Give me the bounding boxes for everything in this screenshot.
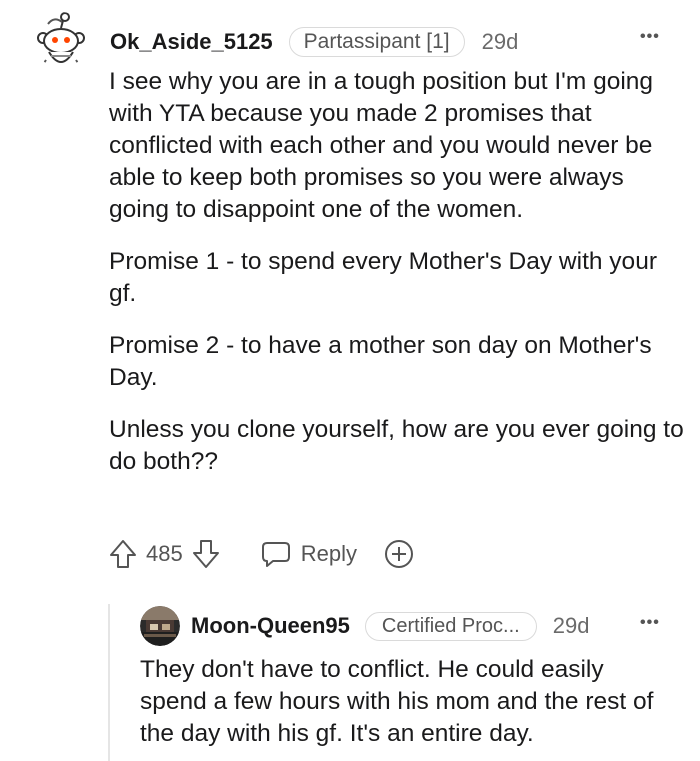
comment-paragraph: I see why you are in a tough position bu…: [109, 68, 654, 223]
reply-button[interactable]: Reply: [261, 539, 357, 569]
more-options-icon[interactable]: •••: [640, 614, 660, 632]
plus-award-icon[interactable]: [383, 538, 415, 570]
user-avatar-icon[interactable]: [140, 606, 180, 646]
comment-body: I see why you are in a tough position bu…: [109, 66, 689, 498]
thread-line[interactable]: [108, 604, 110, 761]
comment-paragraph: They don't have to conflict. He could ea…: [140, 656, 654, 747]
user-flair: Certified Proc...: [364, 611, 537, 641]
vote-score: 485: [146, 541, 183, 566]
reply-label: Reply: [300, 541, 357, 566]
comment-actions: 485 Reply: [108, 537, 415, 571]
timestamp: 29d: [552, 613, 590, 638]
timestamp: 29d: [481, 29, 519, 54]
username[interactable]: Ok_Aside_5125: [110, 29, 273, 55]
comment-paragraph: Promise 2 - to have a mother son day on …: [109, 332, 652, 391]
more-options-icon[interactable]: •••: [640, 28, 660, 46]
username[interactable]: Moon-Queen95: [191, 613, 350, 639]
comment-header: Ok_Aside_5125 Partassipant [1] 29d: [110, 25, 518, 59]
comment-header: Moon-Queen95 Certified Proc... 29d: [191, 609, 589, 643]
downvote-arrow-icon[interactable]: [191, 538, 221, 570]
upvote-arrow-icon[interactable]: [108, 538, 138, 570]
snoo-avatar-icon[interactable]: [34, 12, 88, 68]
comment-paragraph: Promise 1 - to spend every Mother's Day …: [109, 248, 657, 307]
comment-body: They don't have to conflict. He could ea…: [140, 654, 675, 750]
speech-bubble-icon: [261, 539, 291, 569]
comment-paragraph: Unless you clone yourself, how are you e…: [109, 416, 684, 475]
user-flair: Partassipant [1]: [288, 27, 465, 57]
